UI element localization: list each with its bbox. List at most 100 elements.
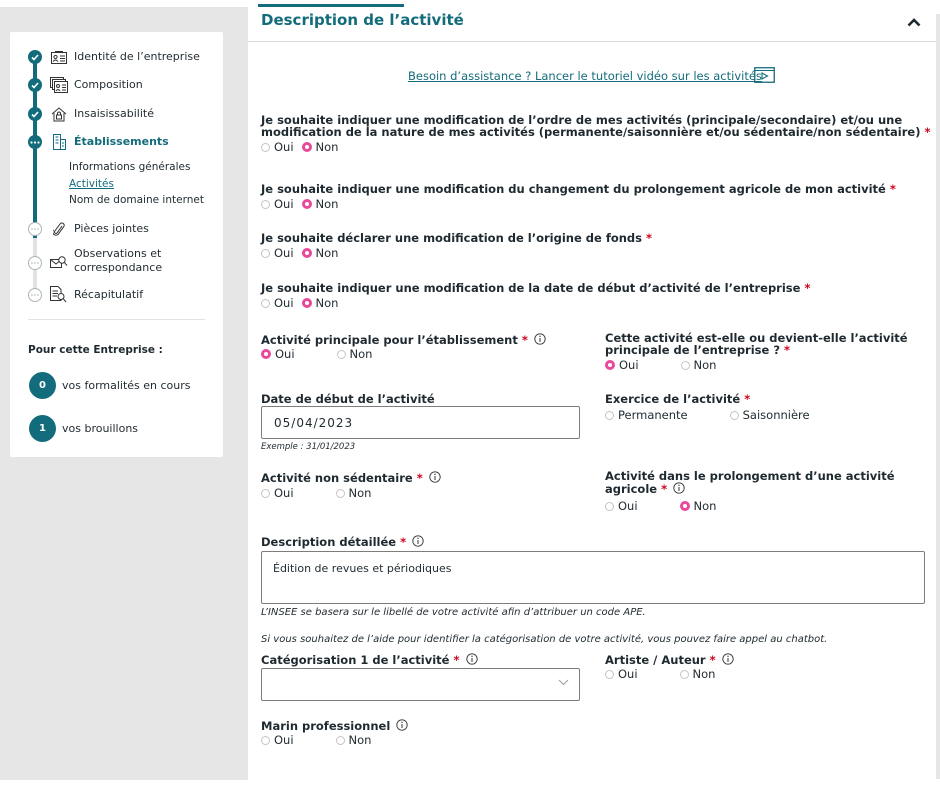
- radio-group-prolongement: Oui Non: [261, 197, 338, 211]
- activite-principale-label: Activité principale pour l’établissement…: [261, 333, 546, 346]
- radio-oui[interactable]: Oui: [261, 296, 294, 310]
- description-textarea[interactable]: Édition de revues et périodiques: [261, 551, 925, 604]
- info-icon[interactable]: [722, 653, 734, 665]
- company-summary-title: Pour cette Entreprise :: [28, 344, 163, 356]
- required-marker: *: [646, 231, 653, 245]
- count-badge: 1: [29, 415, 56, 442]
- count-badge: 0: [29, 372, 56, 399]
- insee-hint: L’INSEE se basera sur le libellé de votr…: [261, 607, 646, 618]
- pending-icon: [28, 256, 42, 270]
- counter-label: vos brouillons: [62, 422, 139, 435]
- radio-group-activite-principale: Oui Non: [261, 347, 372, 361]
- question-ordre-nature-activites: Je souhaite indiquer une modification de…: [261, 113, 931, 139]
- date-debut-input[interactable]: 05/04/2023: [261, 406, 580, 439]
- artiste-auteur-label: Artiste / Auteur *: [605, 653, 734, 666]
- substep-nom-domaine[interactable]: Nom de domaine internet: [69, 194, 204, 206]
- step-label: Établissements: [74, 135, 169, 148]
- progress-sidebar: Identité de l’entreprise Composition Ins…: [10, 32, 223, 457]
- section-title: Description de l’activité: [261, 11, 464, 29]
- info-icon[interactable]: [465, 653, 478, 665]
- radio-non[interactable]: Non: [679, 499, 716, 513]
- video-tutorial-link[interactable]: Besoin d’assistance ? Lancer le tutoriel…: [408, 69, 762, 83]
- check-icon: [28, 107, 42, 121]
- radio-non[interactable]: Non: [680, 358, 716, 372]
- sidebar-divider: [28, 319, 205, 320]
- in-progress-icon: [28, 135, 42, 149]
- step-label: Insaisissabilité: [74, 107, 154, 120]
- collapse-section-button[interactable]: [904, 12, 924, 32]
- radio-non[interactable]: Non: [335, 733, 371, 747]
- radio-non[interactable]: Non: [679, 667, 715, 681]
- radio-oui[interactable]: Oui: [261, 733, 294, 747]
- required-marker: *: [924, 125, 931, 139]
- chatbot-hint: Si vous souhaitez de l’aide pour identif…: [261, 634, 828, 645]
- radio-oui[interactable]: Oui: [605, 499, 638, 513]
- info-icon[interactable]: [673, 482, 685, 494]
- question-prolongement-agricole: Je souhaite indiquer une modification du…: [261, 182, 896, 196]
- chevron-down-icon: [558, 679, 569, 686]
- check-icon: [28, 50, 42, 64]
- marin-professionnel-label: Marin professionnel: [261, 719, 408, 732]
- building-icon: [50, 133, 68, 151]
- exercice-label: Exercice de l’activité *: [605, 392, 751, 406]
- radio-group-activite-principale-entreprise: Oui Non: [605, 358, 716, 372]
- question-date-debut-activite: Je souhaite indiquer une modification de…: [261, 281, 811, 295]
- id-cards-stack-icon: [50, 76, 68, 94]
- step-label: Identité de l’entreprise: [74, 50, 200, 63]
- info-icon[interactable]: [429, 471, 441, 483]
- radio-non[interactable]: Non: [301, 246, 338, 260]
- radio-group-ordre-nature: Oui Non: [261, 140, 338, 154]
- radio-oui[interactable]: Oui: [261, 197, 294, 211]
- step-label: Récapitulatif: [74, 288, 144, 301]
- counter-formalites-en-cours[interactable]: 0 vos formalités en cours: [29, 372, 191, 399]
- activity-description-panel: Description de l’activité Besoin d’assis…: [248, 0, 936, 789]
- categorisation-label: Catégorisation 1 de l’activité *: [261, 653, 478, 666]
- chevron-up-icon: [907, 17, 921, 26]
- info-icon[interactable]: [396, 719, 408, 731]
- radio-non[interactable]: Non: [301, 197, 338, 211]
- radio-group-marin-professionnel: Oui Non: [261, 733, 371, 747]
- header-divider: [248, 41, 936, 42]
- radio-group-origine-fonds: Oui Non: [261, 246, 338, 260]
- counter-brouillons[interactable]: 1 vos brouillons: [29, 415, 138, 442]
- substep-activites[interactable]: Activités: [69, 178, 114, 190]
- date-debut-label: Date de début de l’activité: [261, 392, 435, 406]
- date-format-hint: Exemple : 31/01/2023: [261, 442, 356, 452]
- radio-permanente[interactable]: Permanente: [605, 408, 688, 422]
- info-icon[interactable]: [412, 535, 424, 547]
- mail-search-icon: [50, 253, 68, 271]
- question-origine-fonds: Je souhaite déclarer une modification de…: [261, 231, 653, 245]
- radio-oui[interactable]: Oui: [261, 246, 294, 260]
- document-search-icon: [50, 285, 68, 303]
- substep-informations-generales[interactable]: Informations générales: [69, 161, 190, 173]
- id-card-icon: [50, 48, 68, 66]
- radio-non[interactable]: Non: [335, 486, 371, 500]
- radio-oui[interactable]: Oui: [605, 358, 639, 372]
- radio-group-non-sedentaire: Oui Non: [261, 486, 371, 500]
- step-label: Composition: [74, 78, 143, 91]
- non-sedentaire-label: Activité non sédentaire *: [261, 471, 441, 484]
- description-label: Description détaillée *: [261, 535, 424, 548]
- radio-group-prolongement-agricole: Oui Non: [605, 499, 716, 513]
- section-title-underline: [258, 4, 404, 7]
- required-marker: *: [889, 182, 896, 196]
- radio-oui[interactable]: Oui: [261, 347, 295, 361]
- counter-label: vos formalités en cours: [62, 379, 191, 392]
- pending-icon: [28, 222, 42, 236]
- pending-icon: [28, 288, 42, 302]
- radio-non[interactable]: Non: [336, 347, 372, 361]
- radio-group-exercice: Permanente Saisonnière: [605, 408, 810, 422]
- radio-oui[interactable]: Oui: [605, 667, 638, 681]
- check-icon: [28, 78, 42, 92]
- categorisation-select[interactable]: [261, 668, 580, 701]
- radio-oui[interactable]: Oui: [261, 486, 294, 500]
- radio-non[interactable]: Non: [301, 296, 338, 310]
- scrollbar-track[interactable]: [936, 14, 940, 779]
- radio-saisonniere[interactable]: Saisonnière: [729, 408, 810, 422]
- radio-non[interactable]: Non: [301, 140, 338, 154]
- step-label: Pièces jointes: [74, 222, 149, 235]
- radio-group-artiste-auteur: Oui Non: [605, 667, 715, 681]
- radio-oui[interactable]: Oui: [261, 140, 294, 154]
- info-icon[interactable]: [534, 333, 546, 345]
- video-play-icon[interactable]: [754, 67, 775, 83]
